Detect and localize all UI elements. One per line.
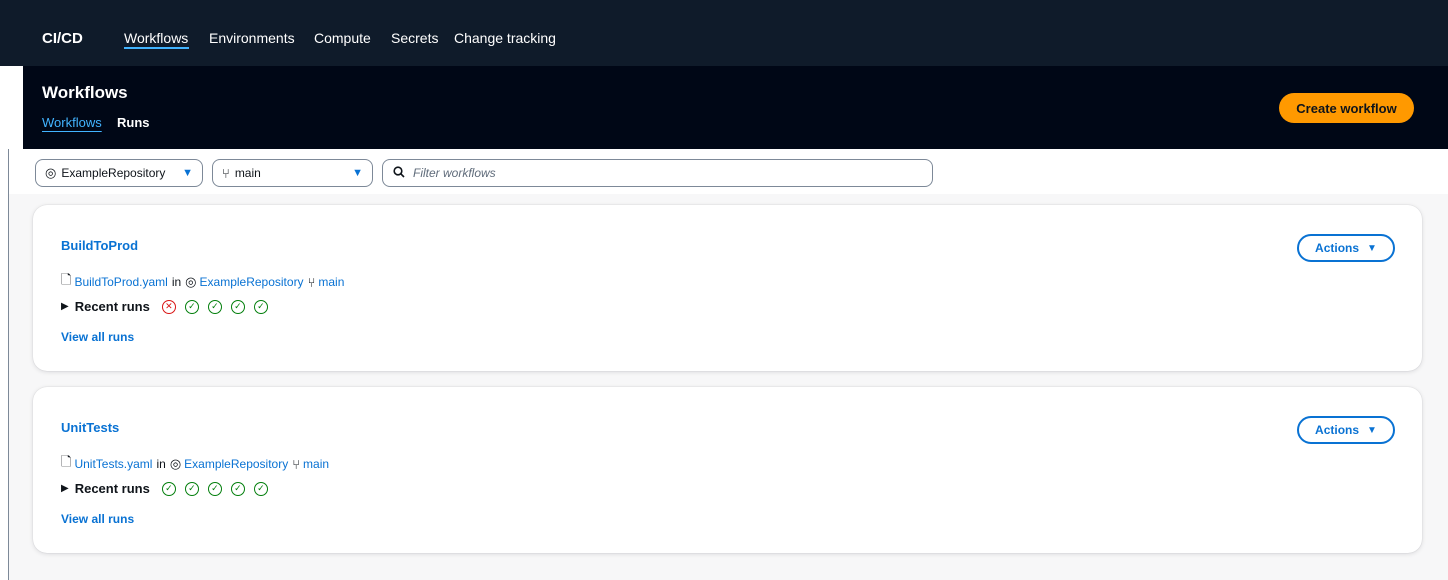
status-success-icon[interactable]: ✓	[230, 299, 245, 314]
expand-triangle-icon: ▶	[61, 483, 69, 494]
search-input[interactable]	[413, 166, 893, 180]
repository-select-value: ExampleRepository	[61, 166, 166, 180]
status-success-icon[interactable]: ✓	[184, 481, 199, 496]
workflow-card: UnitTests 🗋 UnitTests.yaml in ◎ ExampleR…	[33, 387, 1422, 553]
workflow-file-link[interactable]: BuildToProd.yaml	[74, 275, 167, 289]
workflow-repository-link[interactable]: ExampleRepository	[184, 457, 288, 471]
view-all-runs-link[interactable]: View all runs	[61, 330, 134, 344]
branch-select-value: main	[234, 166, 261, 180]
nav-link-compute[interactable]: Compute	[314, 30, 371, 46]
nav-active-indicator	[124, 47, 189, 49]
repository-icon: ◎	[169, 456, 182, 471]
recent-runs-label: Recent runs	[74, 481, 150, 496]
nav-link-secrets[interactable]: Secrets	[391, 30, 438, 46]
file-icon: 🗋	[61, 454, 72, 469]
nav-link-environments[interactable]: Environments	[209, 30, 295, 46]
workflow-name-link[interactable]: UnitTests	[61, 420, 119, 435]
status-success-icon[interactable]: ✓	[253, 299, 268, 314]
actions-button-label: Actions	[1315, 241, 1360, 255]
branch-icon: ⑂	[307, 274, 316, 290]
workflow-file-link[interactable]: UnitTests.yaml	[74, 457, 152, 471]
repository-icon: ◎	[185, 274, 197, 289]
workflow-card: BuildToProd 🗋 BuildToProd.yaml in ◎ Exam…	[33, 205, 1422, 371]
actions-button[interactable]: Actions ▼	[1297, 416, 1395, 444]
caret-down-icon: ▼	[182, 167, 193, 179]
view-all-runs-link[interactable]: View all runs	[61, 512, 134, 526]
nav-link-workflows[interactable]: Workflows	[124, 30, 188, 46]
nav-link-change-tracking[interactable]: Change tracking	[454, 30, 556, 46]
caret-down-icon: ▼	[1367, 242, 1377, 254]
recent-runs-statuses: ✓ ✓ ✓ ✓ ✓	[161, 481, 277, 496]
status-success-icon[interactable]: ✓	[161, 481, 176, 496]
top-navigation: CI/CD Workflows Environments Compute Sec…	[0, 0, 1448, 66]
recent-runs-statuses: ✕ ✓ ✓ ✓ ✓	[161, 299, 277, 314]
expand-triangle-icon: ▶	[61, 301, 69, 312]
workflow-meta: 🗋 UnitTests.yaml in ◎ ExampleRepository …	[61, 453, 329, 475]
status-success-icon[interactable]: ✓	[207, 481, 222, 496]
status-success-icon[interactable]: ✓	[184, 299, 199, 314]
page-header: Workflows Workflows Runs Create workflow	[23, 66, 1448, 149]
workflow-branch-link[interactable]: main	[318, 275, 344, 289]
branch-icon: ⑂	[222, 165, 230, 181]
status-success-icon[interactable]: ✓	[230, 481, 245, 496]
subtab-workflows[interactable]: Workflows	[42, 115, 102, 130]
workflow-meta: 🗋 BuildToProd.yaml in ◎ ExampleRepositor…	[61, 271, 344, 293]
top-navigation-bar: CI/CD Workflows Environments Compute Sec…	[23, 0, 1425, 66]
filter-bar: ◎ ExampleRepository ▼ ⑂ main ▼	[9, 149, 1448, 194]
actions-button[interactable]: Actions ▼	[1297, 234, 1395, 262]
status-success-icon[interactable]: ✓	[207, 299, 222, 314]
create-workflow-button[interactable]: Create workflow	[1279, 93, 1414, 123]
workflow-branch-link[interactable]: main	[303, 457, 329, 471]
filter-workflows-search[interactable]	[382, 159, 933, 187]
brand-title[interactable]: CI/CD	[42, 30, 83, 47]
actions-button-label: Actions	[1315, 423, 1360, 437]
repository-select[interactable]: ◎ ExampleRepository ▼	[35, 159, 203, 187]
workflow-repository-link[interactable]: ExampleRepository	[200, 275, 304, 289]
caret-down-icon: ▼	[1367, 424, 1377, 436]
caret-down-icon: ▼	[352, 167, 363, 179]
recent-runs-expander[interactable]: ▶ Recent runs ✕ ✓ ✓ ✓ ✓	[61, 299, 277, 314]
workflow-name-link[interactable]: BuildToProd	[61, 238, 138, 253]
in-label: in	[156, 457, 166, 471]
branch-select[interactable]: ⑂ main ▼	[212, 159, 373, 187]
file-icon: 🗋	[61, 272, 72, 287]
recent-runs-expander[interactable]: ▶ Recent runs ✓ ✓ ✓ ✓ ✓	[61, 481, 277, 496]
search-icon	[393, 165, 405, 181]
subtab-runs[interactable]: Runs	[117, 115, 150, 130]
repository-icon: ◎	[45, 165, 57, 180]
recent-runs-label: Recent runs	[74, 299, 150, 314]
status-success-icon[interactable]: ✓	[253, 481, 268, 496]
in-label: in	[171, 275, 182, 289]
page-title: Workflows	[42, 83, 128, 102]
branch-icon: ⑂	[292, 456, 301, 472]
status-failed-icon[interactable]: ✕	[161, 299, 176, 314]
